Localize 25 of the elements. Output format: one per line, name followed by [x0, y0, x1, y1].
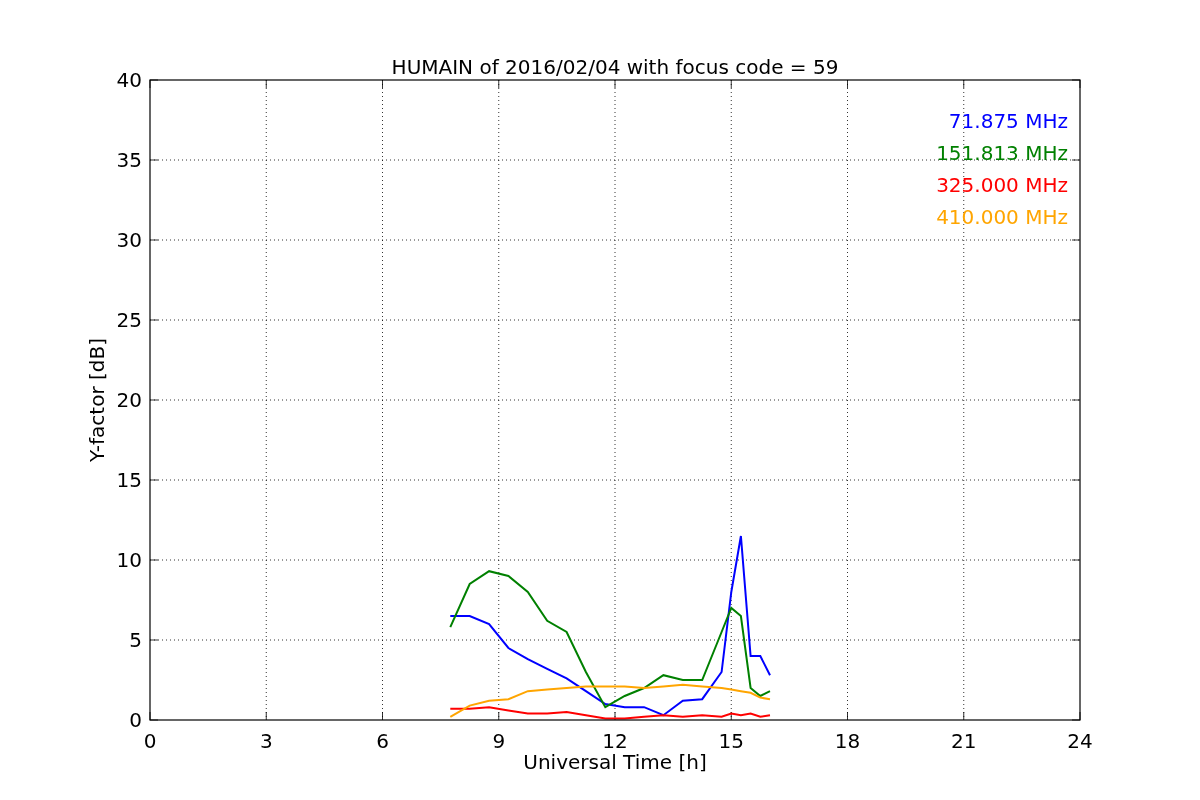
axis-tick-label: 10 [116, 548, 142, 572]
axis-tick-label: 24 [1067, 729, 1093, 753]
axis-tick-label: 12 [602, 729, 628, 753]
y-axis-label: Y-factor [dB] [85, 338, 109, 462]
axis-tick-label: 15 [718, 729, 744, 753]
axis-tick-label: 0 [143, 729, 157, 753]
axis-tick-label: 21 [951, 729, 977, 753]
legend-label: 325.000 MHz [936, 173, 1068, 197]
axis-tick-label: 6 [376, 729, 389, 753]
axis-tick-label: 40 [116, 68, 142, 92]
axis-tick-label: 0 [129, 708, 142, 732]
axis-tick-label: 20 [116, 388, 142, 412]
legend-label: 410.000 MHz [936, 205, 1068, 229]
axis-tick-label: 9 [492, 729, 506, 753]
legend-label: 71.875 MHz [948, 109, 1068, 133]
axis-tick-label: 25 [116, 308, 142, 332]
legend-label: 151.813 MHz [936, 141, 1068, 165]
axis-tick-label: 30 [116, 228, 142, 252]
axis-tick-label: 5 [129, 628, 142, 652]
axis-tick-label: 15 [116, 468, 142, 492]
axis-tick-label: 3 [259, 729, 273, 753]
axis-tick-label: 18 [834, 729, 861, 753]
chart-title: HUMAIN of 2016/02/04 with focus code = 59 [391, 55, 839, 79]
axis-tick-label: 35 [116, 148, 142, 172]
x-axis-label: Universal Time [h] [523, 750, 707, 774]
